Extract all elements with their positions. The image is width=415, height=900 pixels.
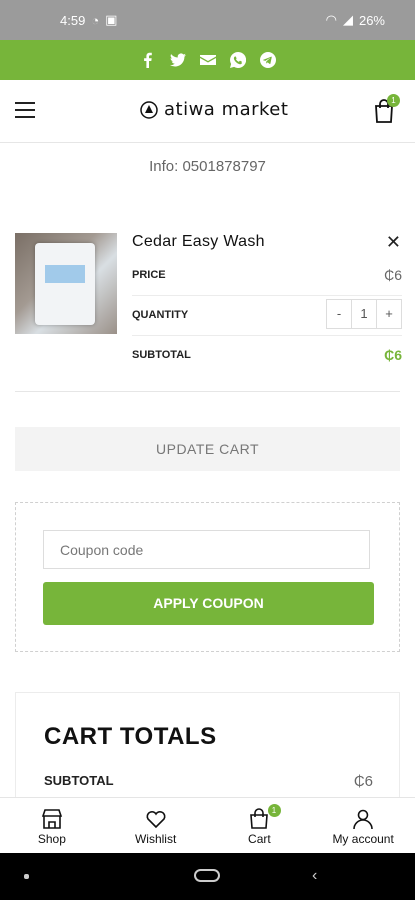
info-text: Info: 0501878797 xyxy=(149,158,266,175)
site-header: atiwa market 1 xyxy=(0,80,415,143)
status-bar: 4:59 ◔ ▣ ◠ ◢ 26% xyxy=(0,0,415,40)
telegram-icon[interactable] xyxy=(259,52,276,68)
totals-subtotal-value: ₵6 xyxy=(353,773,373,790)
quantity-row: QUANTITY - 1 + xyxy=(132,295,402,336)
quantity-input[interactable]: 1 xyxy=(351,300,377,328)
recents-icon[interactable] xyxy=(24,874,29,879)
nav-shop[interactable]: Shop xyxy=(0,798,104,854)
nav-cart-label: Cart xyxy=(248,832,271,846)
divider xyxy=(15,391,400,392)
coupon-section: Coupon code APPLY COUPON xyxy=(15,502,400,652)
remove-item-icon[interactable]: ✕ xyxy=(386,232,401,253)
menu-icon[interactable] xyxy=(15,102,35,120)
cart-count-badge: 1 xyxy=(387,94,400,107)
quantity-stepper[interactable]: - 1 + xyxy=(326,299,402,329)
back-icon[interactable]: ‹ xyxy=(312,867,317,885)
social-bar xyxy=(0,40,415,80)
apply-coupon-button[interactable]: APPLY COUPON xyxy=(43,582,374,625)
quantity-plus-button[interactable]: + xyxy=(377,300,401,328)
quantity-minus-button[interactable]: - xyxy=(327,300,351,328)
nav-my-account[interactable]: My account xyxy=(311,798,415,854)
battery-text: 26% xyxy=(358,12,385,28)
facebook-icon[interactable] xyxy=(140,52,156,68)
nav-wishlist[interactable]: Wishlist xyxy=(104,798,208,854)
status-time: 4:59 xyxy=(60,12,86,28)
heart-icon xyxy=(146,810,166,829)
nav-cart-badge: 1 xyxy=(267,804,281,817)
totals-subtotal-label: SUBTOTAL xyxy=(44,773,114,788)
nav-wishlist-label: Wishlist xyxy=(134,832,177,846)
product-name[interactable]: Cedar Easy Wash xyxy=(132,233,265,251)
subtotal-row: SUBTOTAL ₵6 xyxy=(132,335,402,375)
shop-icon xyxy=(41,809,62,829)
price-row: PRICE ₵6 xyxy=(132,255,402,296)
whatsapp-notification-icon: ◔ xyxy=(91,12,100,28)
twitter-icon[interactable] xyxy=(169,52,186,68)
quantity-label: QUANTITY xyxy=(132,309,189,321)
signal-icon: ◢ xyxy=(342,12,353,27)
logo-mark-icon xyxy=(140,100,158,119)
email-icon[interactable] xyxy=(199,52,216,68)
nav-account-label: My account xyxy=(332,832,394,846)
update-cart-button[interactable]: UPDATE CART xyxy=(15,427,400,471)
system-navigation-bar: ‹ xyxy=(0,853,415,900)
product-image[interactable] xyxy=(15,233,117,334)
subtotal-label: SUBTOTAL xyxy=(132,349,191,361)
home-icon[interactable] xyxy=(194,869,220,882)
user-icon xyxy=(353,809,373,830)
image-notification-icon: ▣ xyxy=(105,12,118,27)
header-cart-button[interactable]: 1 xyxy=(373,94,400,124)
logo[interactable]: atiwa market xyxy=(140,99,288,120)
price-value: ₵6 xyxy=(384,267,402,283)
nav-shop-label: Shop xyxy=(37,832,66,846)
nav-cart[interactable]: 1 Cart xyxy=(208,798,312,854)
bottom-navigation: Shop Wishlist 1 Cart My account xyxy=(0,797,415,854)
wifi-icon: ◠ xyxy=(325,12,337,27)
whatsapp-icon[interactable] xyxy=(229,52,246,68)
subtotal-value: ₵6 xyxy=(384,347,402,363)
price-label: PRICE xyxy=(132,269,166,281)
coupon-code-input[interactable]: Coupon code xyxy=(43,530,370,569)
brand-name: atiwa market xyxy=(164,99,289,120)
cart-totals-title: CART TOTALS xyxy=(44,723,217,750)
